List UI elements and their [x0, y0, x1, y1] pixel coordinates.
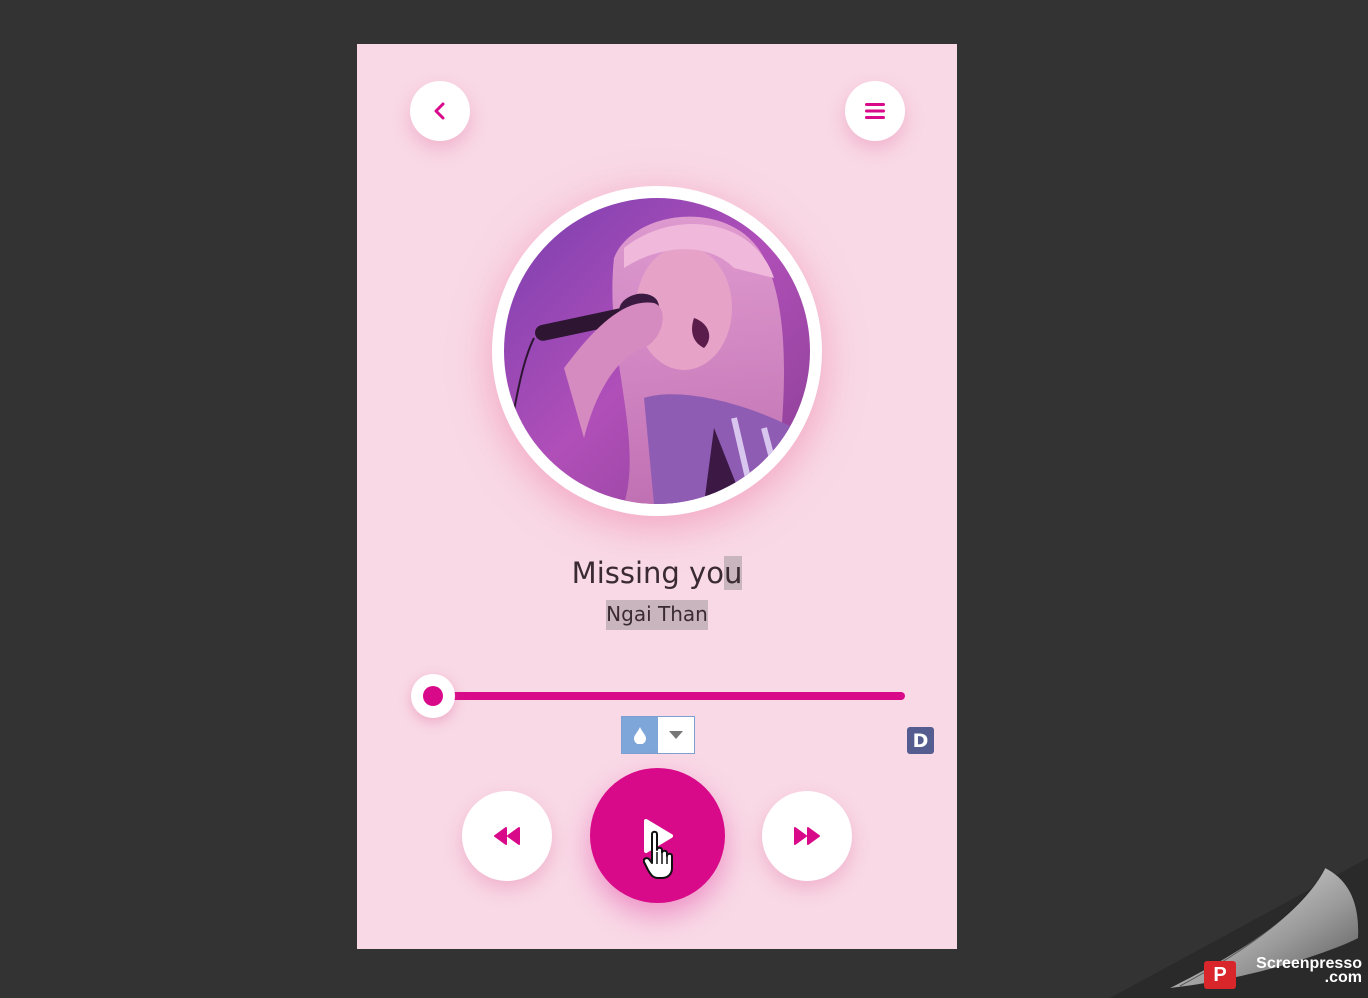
song-title-text: Missing yo [571, 556, 724, 590]
drop-icon [634, 727, 646, 744]
progress-track[interactable] [437, 692, 905, 700]
fast-forward-icon [794, 827, 820, 845]
artist-name-text: Ngai Than [606, 600, 708, 630]
hand-cursor-icon [643, 830, 673, 879]
watermark-line2: .com [1324, 969, 1362, 986]
caret-down-icon [669, 731, 683, 739]
color-drop-button[interactable] [622, 717, 658, 753]
progress-thumb-dot [423, 686, 443, 706]
hamburger-icon [865, 103, 885, 119]
chevron-left-icon [434, 102, 445, 120]
color-dropdown-button[interactable] [658, 717, 694, 753]
screenpresso-logo-icon: P [1204, 961, 1236, 989]
fast-forward-button[interactable] [762, 791, 852, 881]
extension-badge[interactable]: D [907, 727, 934, 754]
back-button[interactable] [410, 81, 470, 141]
menu-button[interactable] [845, 81, 905, 141]
rewind-icon [494, 827, 520, 845]
music-player: Missing you Ngai Than D [357, 44, 957, 949]
color-picker-widget[interactable] [621, 716, 695, 754]
song-title: Missing you [357, 556, 957, 590]
album-art-image [504, 198, 810, 504]
progress-thumb[interactable] [411, 674, 455, 718]
rewind-button[interactable] [462, 791, 552, 881]
album-cover [492, 186, 822, 516]
artist-name: Ngai Than [357, 600, 957, 630]
song-title-highlight: u [723, 556, 743, 590]
watermark-text: Screenpresso .com [1244, 956, 1362, 986]
